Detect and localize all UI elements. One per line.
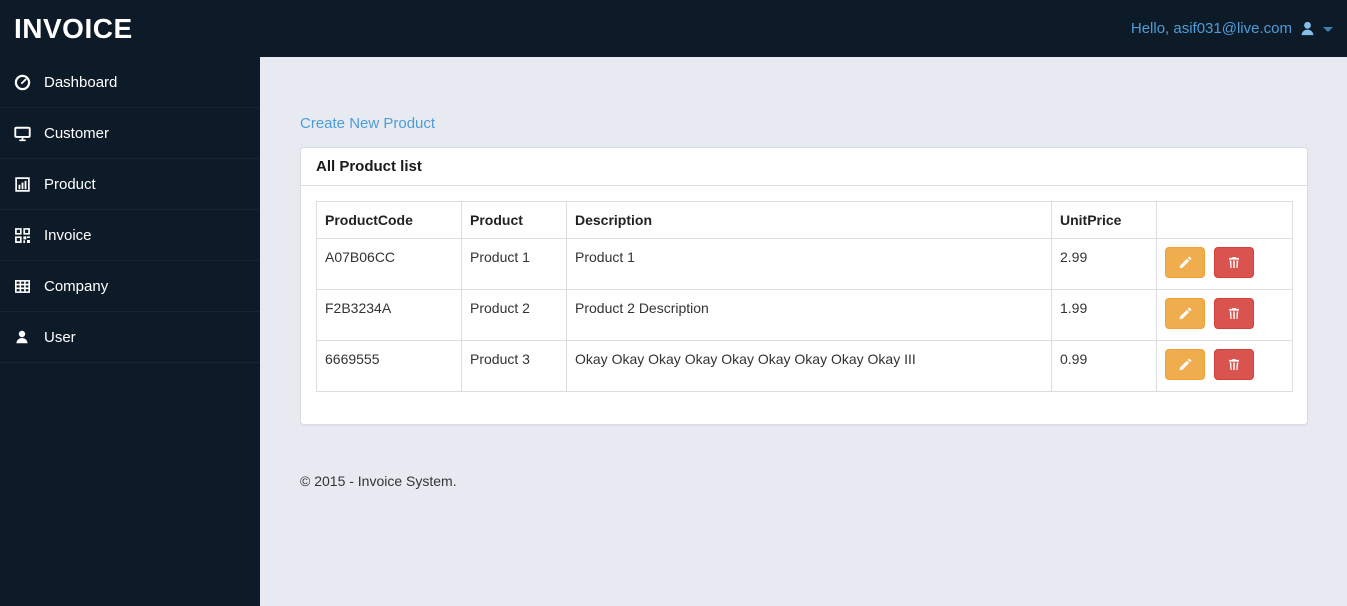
trash-icon [1228,358,1239,370]
user-dropdown-toggle[interactable]: Hello, asif031@live.com [1131,20,1333,37]
create-new-product-link[interactable]: Create New Product [300,115,435,132]
trash-icon [1228,307,1239,319]
product-code-cell: F2B3234A [316,289,462,341]
brand-logo[interactable]: INVOICE [14,13,133,45]
sidebar-item-label: Company [44,277,109,295]
description-cell: Okay Okay Okay Okay Okay Okay Okay Okay … [566,340,1052,392]
delete-button[interactable] [1213,247,1254,278]
desktop-icon [14,125,31,142]
sidebar-item-customer[interactable]: Customer [0,108,260,159]
delete-button[interactable] [1213,349,1254,380]
table-header-row: ProductCode Product Description UnitPric… [316,201,1293,239]
edit-button[interactable] [1165,298,1205,329]
table-row: 6669555 Product 3 Okay Okay Okay Okay Ok… [316,340,1293,392]
column-header-productcode: ProductCode [316,201,462,239]
column-header-unitprice: UnitPrice [1051,201,1157,239]
column-header-description: Description [566,201,1052,239]
table-row: F2B3234A Product 2 Product 2 Description… [316,289,1293,341]
panel-title: All Product list [301,148,1307,186]
edit-button[interactable] [1165,349,1205,380]
app-window: INVOICE Hello, asif031@live.com Dashboar… [0,0,1347,606]
edit-button[interactable] [1165,247,1205,278]
copyright-footer: © 2015 - Invoice System. [300,473,457,489]
actions-cell [1156,238,1293,290]
unit-price-cell: 2.99 [1051,238,1157,290]
description-cell: Product 2 Description [566,289,1052,341]
top-navbar: INVOICE Hello, asif031@live.com [0,0,1347,57]
pencil-icon [1179,307,1192,319]
sidebar-item-dashboard[interactable]: Dashboard [0,57,260,108]
sidebar-item-label: Product [44,175,96,193]
sidebar-item-product[interactable]: Product [0,159,260,210]
sidebar-item-label: Invoice [44,226,92,244]
person-icon [14,329,31,346]
actions-cell [1156,340,1293,392]
sidebar-item-label: Dashboard [44,73,118,91]
unit-price-cell: 0.99 [1051,340,1157,392]
product-name-cell: Product 2 [461,289,567,341]
actions-cell [1156,289,1293,341]
unit-price-cell: 1.99 [1051,289,1157,341]
bar-chart-icon [14,176,31,193]
trash-icon [1228,256,1239,268]
pencil-icon [1179,256,1192,268]
sidebar-item-user[interactable]: User [0,312,260,363]
product-name-cell: Product 1 [461,238,567,290]
table-grid-icon [14,278,31,295]
delete-button[interactable] [1213,298,1254,329]
qrcode-icon [14,227,31,244]
chevron-down-icon [1323,27,1333,32]
main-content: Create New Product All Product list Prod… [260,57,1347,606]
user-greeting-label: Hello, asif031@live.com [1130,20,1292,37]
product-list-panel: All Product list ProductCode Product Des… [300,147,1308,425]
product-table: ProductCode Product Description UnitPric… [316,201,1293,392]
product-code-cell: A07B06CC [316,238,462,290]
sidebar-item-invoice[interactable]: Invoice [0,210,260,261]
description-cell: Product 1 [566,238,1052,290]
header-user-icon [1299,20,1316,37]
sidebar-item-company[interactable]: Company [0,261,260,312]
column-header-product: Product [461,201,567,239]
sidebar-nav: Dashboard Customer Product Invoice Compa… [0,57,260,606]
dashboard-gauge-icon [14,74,31,91]
sidebar-item-label: Customer [44,124,110,142]
column-header-actions [1156,201,1293,239]
product-code-cell: 6669555 [316,340,462,392]
table-row: A07B06CC Product 1 Product 1 2.99 [316,238,1293,290]
sidebar-item-label: User [44,328,76,346]
product-name-cell: Product 3 [461,340,567,392]
pencil-icon [1179,358,1192,370]
